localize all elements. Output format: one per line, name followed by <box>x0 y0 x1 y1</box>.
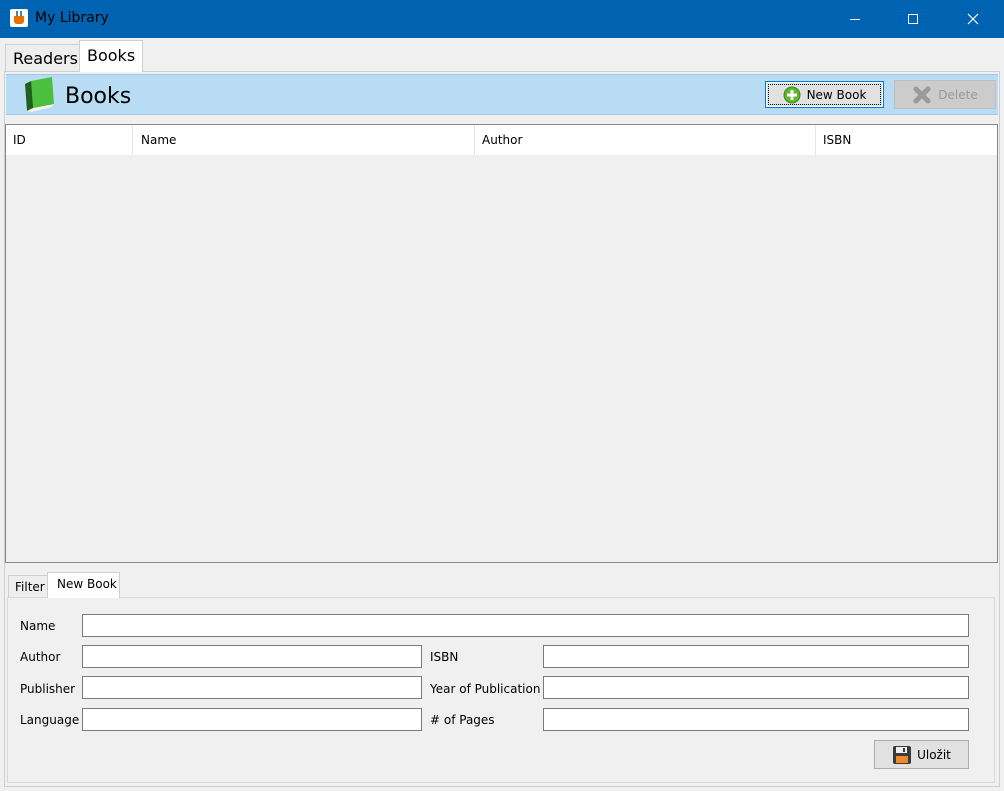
new-book-label: New Book <box>806 87 867 102</box>
books-table[interactable] <box>5 124 998 563</box>
java-app-icon <box>10 9 28 27</box>
pages-field[interactable] <box>543 708 969 731</box>
save-label: Uložit <box>917 747 951 762</box>
publisher-label: Publisher <box>20 682 76 696</box>
author-label: Author <box>20 650 61 664</box>
tab-books[interactable]: Books <box>79 40 143 72</box>
isbn-label: ISBN <box>430 650 459 664</box>
year-label: Year of Publication <box>430 682 541 696</box>
language-label: Language <box>20 713 80 727</box>
author-field[interactable] <box>82 645 422 668</box>
book-icon <box>25 77 54 112</box>
isbn-field[interactable] <box>543 645 969 668</box>
tab-readers[interactable]: Readers <box>5 44 80 71</box>
minimize-icon <box>850 19 860 20</box>
minimize-button[interactable] <box>832 0 878 38</box>
maximize-button[interactable] <box>890 0 936 38</box>
page-title: Books <box>65 84 132 109</box>
name-field[interactable] <box>82 614 969 637</box>
year-field[interactable] <box>543 676 969 699</box>
add-icon <box>783 86 801 103</box>
language-field[interactable] <box>82 708 422 731</box>
column-header-isbn[interactable]: ISBN <box>816 125 997 155</box>
window-title: My Library <box>35 10 109 26</box>
delete-x-icon <box>913 86 931 103</box>
tab-filter[interactable]: Filter <box>8 575 48 597</box>
publisher-field[interactable] <box>82 676 422 699</box>
save-disk-icon <box>893 745 912 764</box>
maximize-icon <box>908 14 918 24</box>
delete-button[interactable]: Delete <box>894 80 996 109</box>
save-button[interactable]: Uložit <box>874 740 969 769</box>
column-header-id[interactable]: ID <box>6 125 133 155</box>
name-label: Name <box>20 619 56 633</box>
delete-label: Delete <box>938 87 978 102</box>
column-header-author[interactable]: Author <box>475 125 816 155</box>
tab-new-book[interactable]: New Book <box>47 572 120 598</box>
column-header-name[interactable]: Name <box>134 125 475 155</box>
close-icon <box>967 13 979 25</box>
new-book-button[interactable]: New Book <box>765 81 884 108</box>
pages-label: # of Pages <box>430 713 495 727</box>
close-button[interactable] <box>950 0 996 38</box>
